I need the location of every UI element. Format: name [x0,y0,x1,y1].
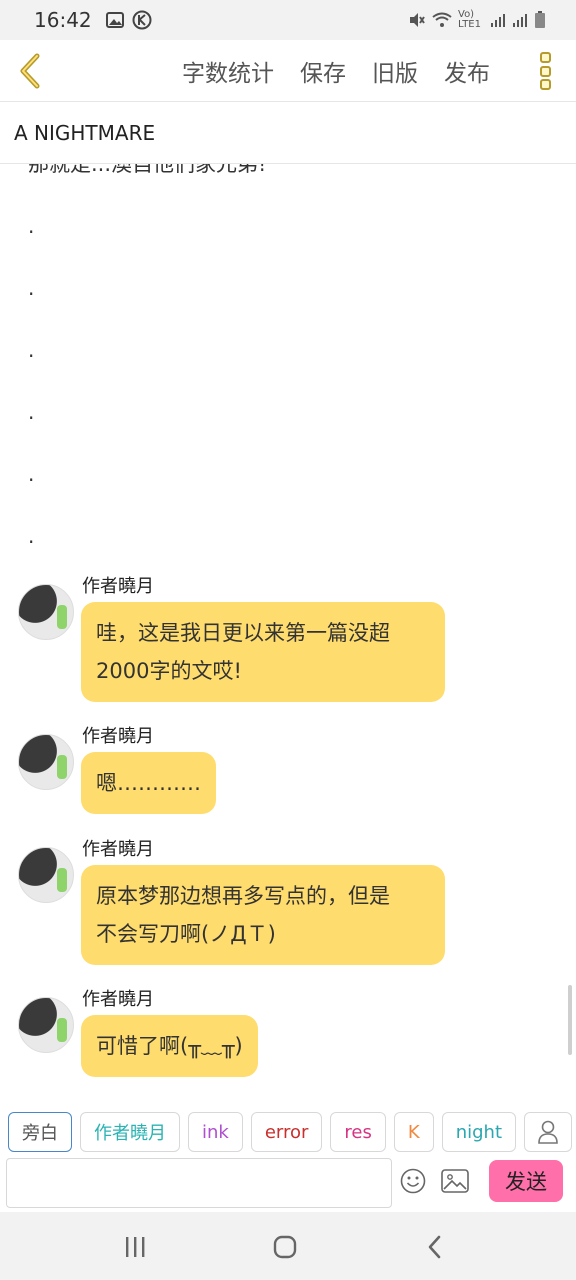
role-night[interactable]: night [441,1112,517,1152]
role-res[interactable]: res [330,1112,386,1152]
separator-dot: . [28,400,35,424]
role-selector: 旁白 作者曉月 ink error res K night [0,1108,576,1156]
message-bubble: 可惜了啊(╥﹏╥) [81,1015,258,1077]
role-error[interactable]: error [250,1112,323,1152]
signal-icon [491,14,505,27]
recent-apps-icon [126,1237,145,1257]
emoji-icon[interactable] [400,1168,426,1194]
avatar [18,734,74,790]
word-count-button[interactable]: 字数统计 [182,54,274,88]
system-nav-bar [0,1212,576,1280]
message-author: 作者曉月 [82,989,154,1010]
back-button[interactable] [10,50,50,92]
message-author: 作者曉月 [82,576,154,597]
toolbar-actions: 字数统计 保存 旧版 发布 [182,40,490,102]
recent-apps-button[interactable] [120,1232,150,1262]
separator-dot: . [28,276,35,300]
more-dot [540,65,551,77]
more-dot [540,52,551,63]
send-button[interactable]: 发送 [489,1160,563,1202]
gallery-icon [105,12,124,28]
avatar [18,847,74,903]
role-ink[interactable]: ink [188,1112,243,1152]
message-author: 作者曉月 [82,726,154,747]
wifi-icon [432,12,452,27]
system-back-button[interactable] [420,1232,450,1262]
signal-roaming-icon [513,14,527,27]
clipped-text-line: 那就是...澳自他们家兄弟! [28,164,267,176]
home-button[interactable] [270,1232,300,1262]
chevron-left-icon [428,1235,441,1259]
role-k[interactable]: K [393,1112,434,1152]
network-label: Vo) LTE1 [458,9,481,30]
role-author[interactable]: 作者曉月 [80,1112,180,1152]
message-bubble: 原本梦那边想再多写点的，但是 不会写刀啊(ノДＴ) [81,865,445,965]
avatar [18,997,74,1053]
image-icon[interactable] [441,1169,469,1193]
status-bar: 16:42 Vo) LTE1 [0,0,576,40]
separator-dot: . [28,338,35,362]
back-arrow-icon [20,53,40,89]
save-button[interactable]: 保存 [300,54,346,88]
message-input[interactable] [6,1158,392,1208]
message-author: 作者曉月 [82,839,154,860]
story-content[interactable]: 那就是...澳自他们家兄弟! . . . . . . 作者曉月 哇，这是我日更以… [0,164,576,1094]
status-right-icons: Vo) LTE1 [408,10,546,30]
home-icon [273,1235,297,1259]
message-bubble: 哇，这是我日更以来第一篇没超 2000字的文哎! [81,602,445,702]
content-scrollbar[interactable] [568,985,572,1055]
more-dot [540,79,551,90]
composer: 发送 [0,1156,576,1212]
old-version-button[interactable]: 旧版 [372,54,418,88]
more-menu-button[interactable] [540,52,556,90]
battery-icon [535,11,545,28]
mute-icon [410,13,425,27]
status-left-icons [105,10,152,30]
avatar [18,584,74,640]
k-app-icon [132,10,152,30]
message-bubble: 嗯………… [81,752,216,814]
separator-dot: . [28,524,35,548]
story-title[interactable]: A NIGHTMARE [0,102,576,164]
separator-dot: . [28,214,35,238]
separator-dot: . [28,462,35,486]
top-toolbar: 字数统计 保存 旧版 发布 [0,40,576,102]
role-narrator[interactable]: 旁白 [8,1112,72,1152]
user-icon [538,1120,558,1144]
status-time: 16:42 [34,8,92,32]
add-role-button[interactable] [524,1112,573,1152]
publish-button[interactable]: 发布 [444,54,490,88]
